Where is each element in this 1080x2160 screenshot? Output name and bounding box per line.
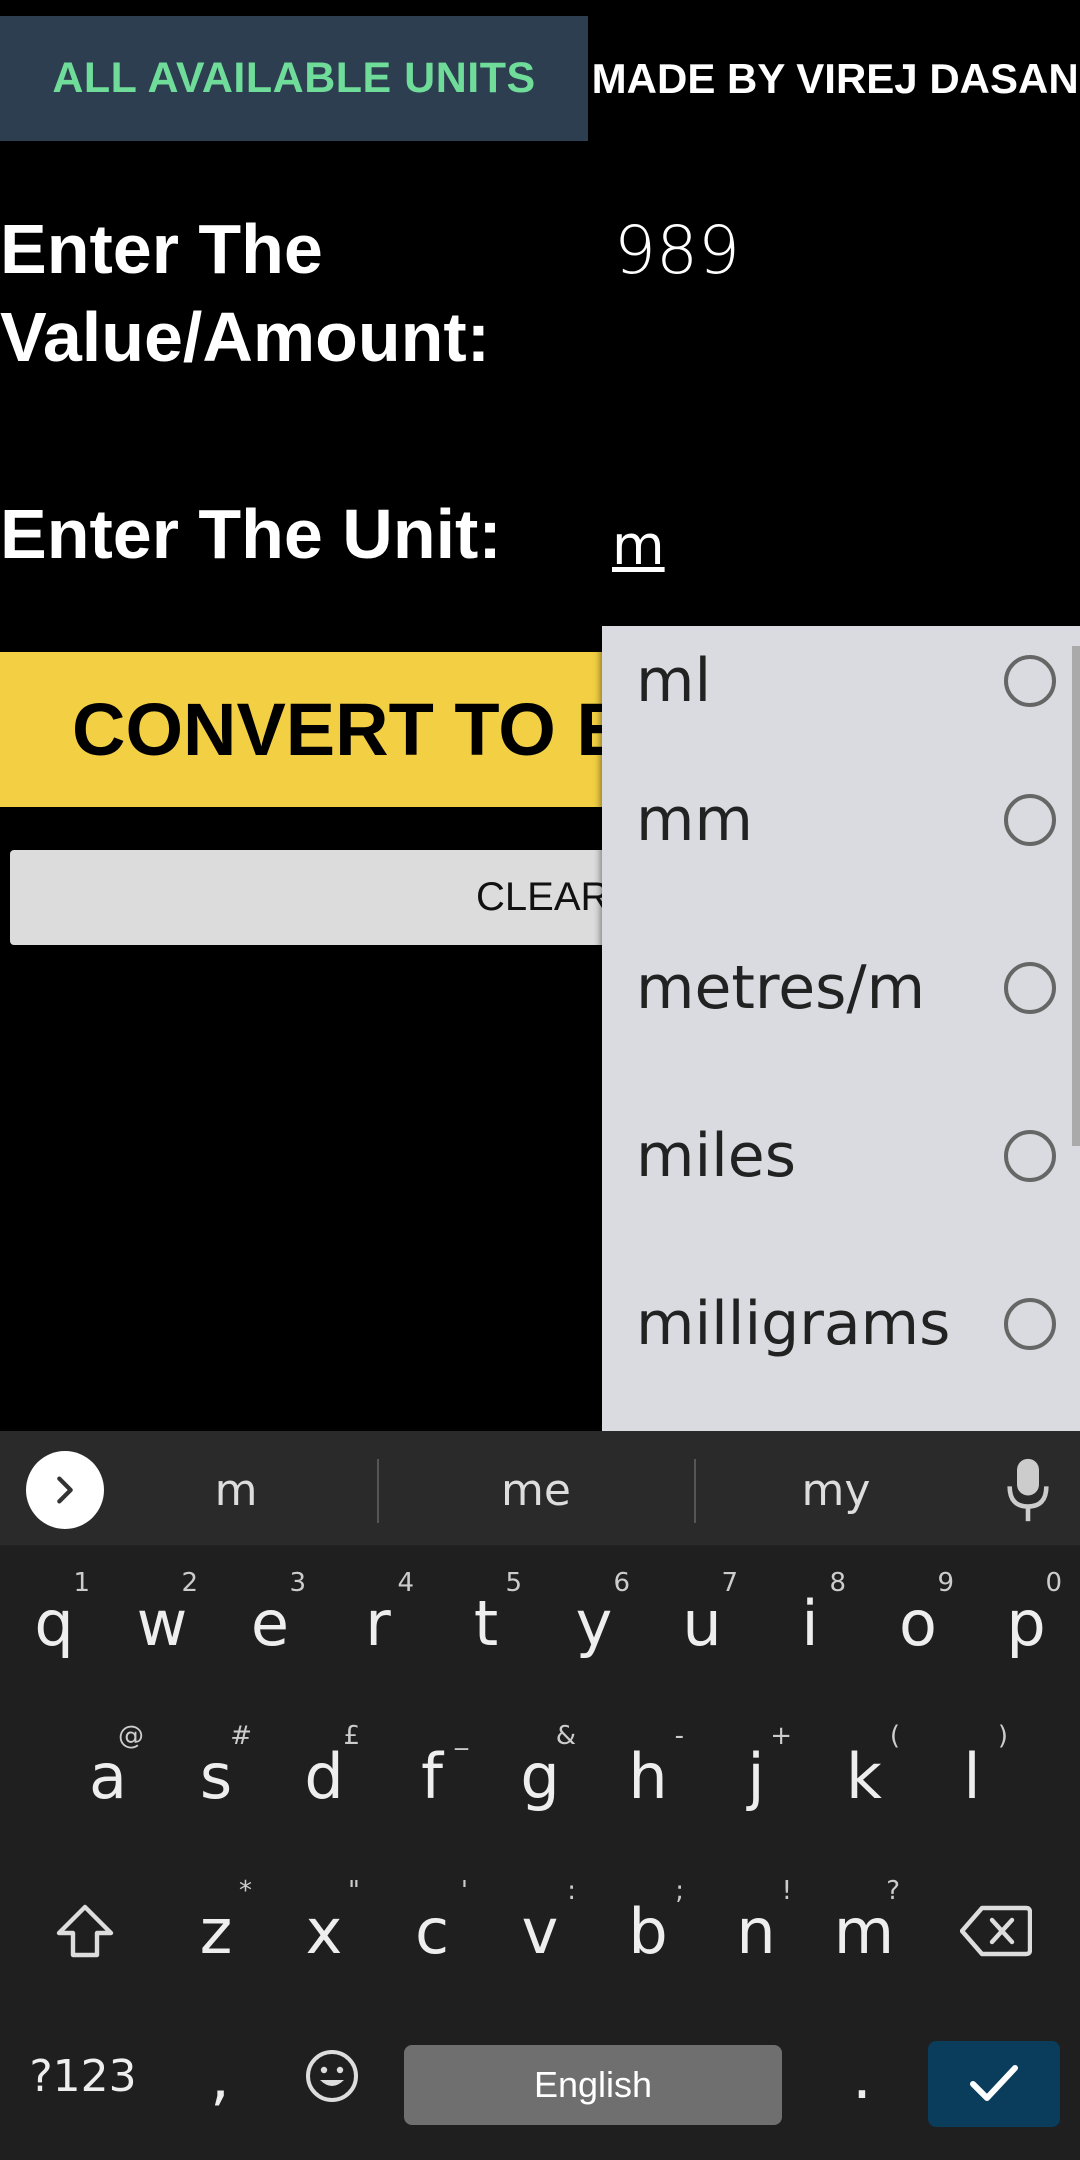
key[interactable]: n! <box>702 1856 810 2006</box>
dropdown-item-label: mm <box>636 785 753 855</box>
suggestion-item[interactable]: me <box>396 1455 676 1525</box>
key[interactable]: w2 <box>108 1548 216 1698</box>
unit-suggestions-dropdown[interactable]: ml mm metres/m miles milligrams <box>602 626 1080 1431</box>
key-row-3: z * x " c ' v: b; n! m? <box>0 1856 1080 2006</box>
unit-input[interactable] <box>612 505 812 585</box>
suggestion-bar: m me my <box>0 1431 1080 1546</box>
key[interactable]: q1 <box>0 1548 108 1698</box>
chevron-right-icon <box>57 1476 73 1504</box>
dropdown-item-label: metres/m <box>636 953 926 1023</box>
key[interactable]: h- <box>594 1701 702 1851</box>
key[interactable]: o9 <box>864 1548 972 1698</box>
radio-icon[interactable] <box>1004 794 1056 846</box>
dropdown-item-label: milligrams <box>636 1289 951 1359</box>
suggestion-item[interactable]: m <box>96 1455 376 1525</box>
value-input[interactable] <box>614 205 1034 295</box>
period-key[interactable]: . <box>812 2011 912 2141</box>
key[interactable]: y6 <box>540 1548 648 1698</box>
key[interactable]: s # <box>162 1701 270 1851</box>
key[interactable]: i8 <box>756 1548 864 1698</box>
key[interactable]: x " <box>270 1856 378 2006</box>
radio-icon[interactable] <box>1004 655 1056 707</box>
key[interactable]: k( <box>810 1701 918 1851</box>
microphone-icon[interactable] <box>1006 1455 1050 1525</box>
key[interactable]: z * <box>162 1856 270 2006</box>
shift-icon <box>56 1904 114 1958</box>
backspace-key[interactable] <box>928 1856 1064 2006</box>
enter-key[interactable] <box>928 2041 1060 2127</box>
soft-keyboard: m me my q1 w2 e3 r4 t5 y6 u7 i8 o9 p0 a @… <box>0 1431 1080 2160</box>
key[interactable]: l) <box>918 1701 1026 1851</box>
radio-icon[interactable] <box>1004 962 1056 1014</box>
dropdown-item[interactable]: ml <box>602 626 1080 736</box>
key[interactable]: b; <box>594 1856 702 2006</box>
made-by-label: MADE BY VIREJ DASANI <box>591 54 1080 102</box>
key[interactable]: c ' <box>378 1856 486 2006</box>
key[interactable]: t5 <box>432 1548 540 1698</box>
key[interactable]: m? <box>810 1856 918 2006</box>
dropdown-item[interactable]: milligrams <box>602 1240 1080 1408</box>
unit-label: Enter The Unit: <box>0 495 502 573</box>
suggestion-divider <box>377 1459 379 1523</box>
key[interactable]: f _ <box>378 1701 486 1851</box>
suggestion-item[interactable]: my <box>696 1455 976 1525</box>
key[interactable]: u7 <box>648 1548 756 1698</box>
radio-icon[interactable] <box>1004 1130 1056 1182</box>
key[interactable]: e3 <box>216 1548 324 1698</box>
emoji-icon <box>306 2050 358 2102</box>
shift-key[interactable] <box>16 1856 154 2006</box>
value-label: Enter The Value/Amount: <box>0 210 491 376</box>
expand-toolbar-button[interactable] <box>26 1451 104 1529</box>
dropdown-item[interactable]: metres/m <box>602 904 1080 1072</box>
comma-key[interactable]: , <box>170 2011 270 2141</box>
key[interactable]: r4 <box>324 1548 432 1698</box>
key[interactable]: g & <box>486 1701 594 1851</box>
emoji-key[interactable] <box>282 2011 382 2141</box>
all-available-units-button[interactable]: ALL AVAILABLE UNITS <box>0 16 588 141</box>
key-row-2: a @ s # d £ f _ g & h- j + k( l) <box>0 1701 1080 1851</box>
key[interactable]: p0 <box>972 1548 1080 1698</box>
key[interactable]: a @ <box>54 1701 162 1851</box>
dropdown-scrollbar[interactable] <box>1072 646 1080 1146</box>
key[interactable]: d £ <box>270 1701 378 1851</box>
dropdown-item[interactable]: miles <box>602 1072 1080 1240</box>
backspace-icon <box>960 1905 1032 1957</box>
key[interactable]: v: <box>486 1856 594 2006</box>
dropdown-item[interactable]: mm <box>602 736 1080 904</box>
symbols-key[interactable]: ?123 <box>18 2011 148 2141</box>
key-row-1: q1 w2 e3 r4 t5 y6 u7 i8 o9 p0 <box>0 1548 1080 1698</box>
radio-icon[interactable] <box>1004 1298 1056 1350</box>
dropdown-item-label: miles <box>636 1121 796 1191</box>
space-bar[interactable]: English <box>404 2045 782 2125</box>
check-icon <box>970 2065 1018 2101</box>
key[interactable]: j + <box>702 1701 810 1851</box>
dropdown-item-label: ml <box>636 646 712 716</box>
